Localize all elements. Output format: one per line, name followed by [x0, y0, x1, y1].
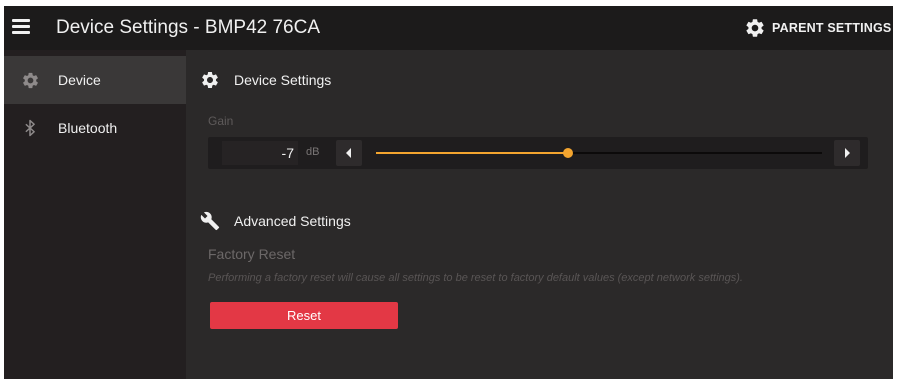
gain-increase-button[interactable]	[834, 140, 860, 166]
gain-value-input[interactable]: -7	[222, 141, 298, 165]
bluetooth-icon	[20, 118, 40, 138]
device-settings-heading: Device Settings	[234, 72, 332, 88]
gain-unit-label: dB	[306, 146, 320, 158]
top-bar: Device Settings - BMP42 76CA PARENT SETT…	[4, 6, 893, 50]
factory-reset-title: Factory Reset	[208, 246, 296, 262]
advanced-settings-header: Advanced Settings	[200, 211, 351, 231]
app-window: Device Settings - BMP42 76CA PARENT SETT…	[4, 6, 893, 379]
page-title: Device Settings - BMP42 76CA	[56, 17, 321, 38]
gear-icon	[746, 19, 764, 37]
hamburger-menu-icon[interactable]	[12, 19, 30, 35]
gain-decrease-button[interactable]	[336, 140, 362, 166]
main-content: Device Settings Gain -7 dB Advanced Sett…	[186, 50, 893, 379]
gear-icon	[20, 70, 40, 90]
parent-settings-button[interactable]: PARENT SETTINGS	[744, 15, 891, 41]
sidebar-item-bluetooth[interactable]: Bluetooth	[4, 104, 186, 152]
slider-track-fill	[376, 152, 568, 154]
factory-reset-description: Performing a factory reset will cause al…	[208, 272, 743, 284]
chevron-left-icon	[346, 148, 351, 158]
sidebar-item-device[interactable]: Device	[4, 56, 186, 104]
sidebar-item-label: Bluetooth	[58, 120, 118, 136]
device-settings-header: Device Settings	[200, 70, 331, 90]
gain-slider[interactable]	[376, 141, 822, 165]
chevron-right-icon	[845, 148, 850, 158]
slider-thumb[interactable]	[562, 148, 573, 158]
sidebar: Device Bluetooth	[4, 50, 186, 379]
sidebar-item-label: Device	[58, 72, 101, 88]
advanced-settings-heading: Advanced Settings	[234, 213, 351, 229]
reset-button[interactable]: Reset	[210, 302, 398, 329]
gear-icon	[202, 72, 218, 88]
wrench-icon	[200, 211, 220, 231]
gain-control: -7 dB	[208, 137, 868, 169]
parent-settings-label: PARENT SETTINGS	[772, 21, 892, 35]
gain-label: Gain	[208, 114, 234, 128]
